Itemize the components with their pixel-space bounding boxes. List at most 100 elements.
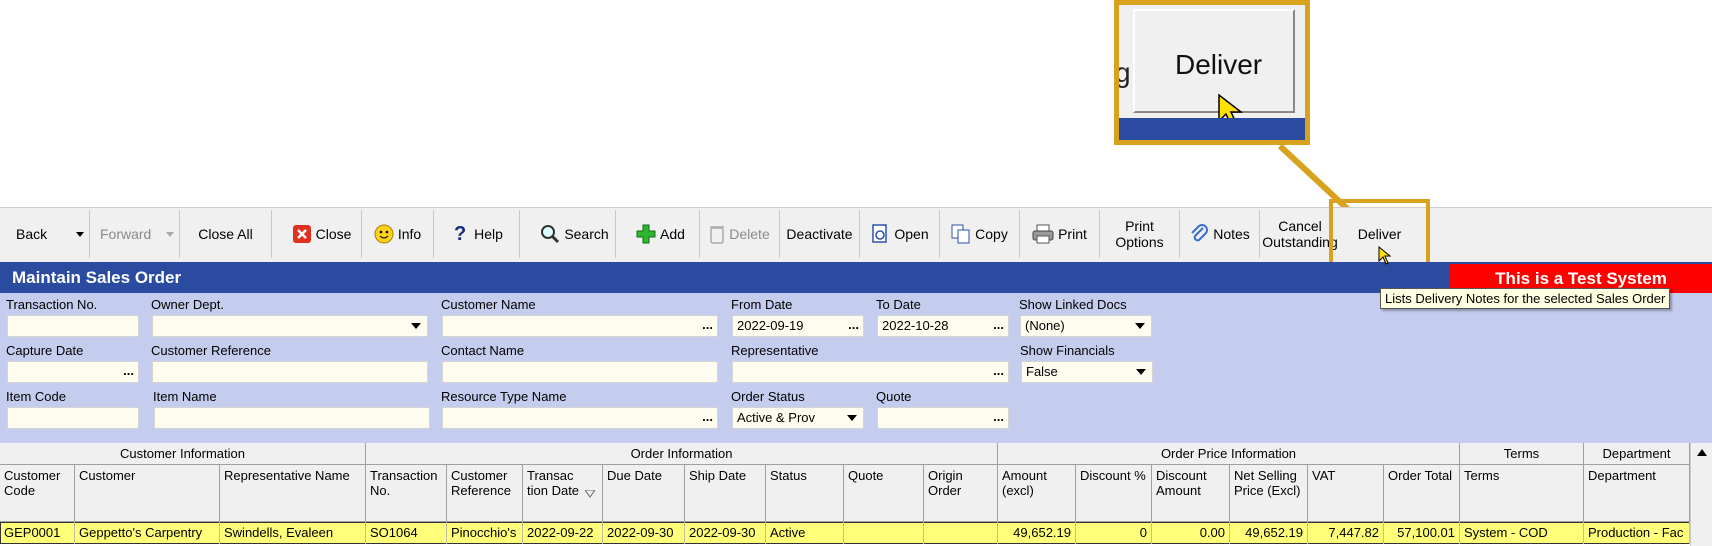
to-date-field[interactable]: 2022-10-28... bbox=[877, 315, 1009, 337]
col-status[interactable]: Status bbox=[766, 465, 844, 522]
col-discount-amount[interactable]: Discount Amount bbox=[1152, 465, 1230, 522]
print-options-button[interactable]: Print Options bbox=[1100, 210, 1180, 258]
zoom-callout: g Deliver bbox=[1114, 0, 1310, 145]
cancel-outstanding-button[interactable]: Cancel Outstanding bbox=[1260, 210, 1340, 258]
from-date-field[interactable]: 2022-09-19... bbox=[732, 315, 864, 337]
to-date-picker[interactable]: ... bbox=[993, 317, 1004, 332]
scroll-up-icon[interactable] bbox=[1697, 449, 1707, 456]
owner-dept-select[interactable] bbox=[152, 315, 428, 337]
col-transaction-no[interactable]: Transaction No. bbox=[366, 465, 447, 522]
group-header-price: Order Price Information bbox=[998, 443, 1460, 465]
back-button[interactable]: Back bbox=[4, 210, 70, 258]
col-ship-date[interactable]: Ship Date bbox=[685, 465, 766, 522]
customer-reference-label: Customer Reference bbox=[151, 343, 271, 358]
back-label: Back bbox=[16, 226, 48, 242]
cell-transaction-date: 2022-09-22 bbox=[523, 522, 603, 544]
resource-type-name-label: Resource Type Name bbox=[441, 389, 567, 404]
capture-date-picker[interactable]: ... bbox=[123, 363, 134, 378]
col-customer-code[interactable]: Customer Code bbox=[0, 465, 75, 522]
smiley-info-icon bbox=[374, 224, 394, 244]
cell-terms: System - COD bbox=[1460, 522, 1584, 544]
help-button[interactable]: ? Help bbox=[434, 210, 520, 258]
customer-name-lookup[interactable]: ... bbox=[702, 317, 713, 332]
copy-button[interactable]: Copy bbox=[940, 210, 1020, 258]
sales-order-grid: Customer Information Order Information O… bbox=[0, 443, 1712, 546]
col-order-total[interactable]: Order Total bbox=[1384, 465, 1460, 522]
transaction-no-field[interactable] bbox=[7, 315, 139, 337]
representative-label: Representative bbox=[731, 343, 819, 358]
cell-department: Production - Fac bbox=[1584, 522, 1690, 544]
quote-label: Quote bbox=[876, 389, 912, 404]
quote-field[interactable]: ... bbox=[877, 407, 1009, 429]
question-icon: ? bbox=[453, 223, 467, 245]
col-representative-name[interactable]: Representative Name bbox=[220, 465, 366, 522]
col-due-date[interactable]: Due Date bbox=[603, 465, 685, 522]
col-origin-order[interactable]: Origin Order bbox=[924, 465, 998, 522]
item-name-label: Item Name bbox=[153, 389, 217, 404]
cell-status: Active bbox=[766, 522, 844, 544]
notes-button[interactable]: Notes bbox=[1180, 210, 1260, 258]
show-linked-docs-select[interactable]: (None) bbox=[1020, 315, 1152, 337]
close-all-button[interactable]: Close All bbox=[180, 210, 272, 258]
copy-label: Copy bbox=[975, 226, 1008, 242]
col-terms[interactable]: Terms bbox=[1460, 465, 1584, 522]
open-button[interactable]: Open bbox=[860, 210, 940, 258]
cell-due-date: 2022-09-30 bbox=[603, 522, 685, 544]
deliver-tooltip: Lists Delivery Notes for the selected Sa… bbox=[1380, 288, 1671, 309]
info-button[interactable]: Info bbox=[362, 210, 434, 258]
delete-button[interactable]: Delete bbox=[700, 210, 780, 258]
close-label: Close bbox=[315, 226, 352, 242]
col-customer[interactable]: Customer bbox=[75, 465, 220, 522]
quote-lookup[interactable]: ... bbox=[993, 409, 1004, 424]
customer-reference-field[interactable] bbox=[152, 361, 428, 383]
forward-dropdown[interactable] bbox=[160, 210, 180, 258]
item-code-label: Item Code bbox=[6, 389, 66, 404]
representative-field[interactable]: ... bbox=[732, 361, 1009, 383]
forward-button[interactable]: Forward bbox=[90, 210, 160, 258]
from-date-picker[interactable]: ... bbox=[848, 317, 859, 332]
col-amount-excl[interactable]: Amount (excl) bbox=[998, 465, 1076, 522]
search-button[interactable]: Search bbox=[534, 210, 616, 258]
item-code-field[interactable] bbox=[7, 407, 139, 429]
resource-type-lookup[interactable]: ... bbox=[702, 409, 713, 424]
col-quote[interactable]: Quote bbox=[844, 465, 924, 522]
deactivate-button[interactable]: Deactivate bbox=[780, 210, 860, 258]
cell-transaction-no: SO1064 bbox=[366, 522, 447, 544]
cancel-outstanding-label-2: Outstanding bbox=[1262, 234, 1338, 250]
cell-vat: 7,447.82 bbox=[1308, 522, 1384, 544]
capture-date-label: Capture Date bbox=[6, 343, 84, 358]
back-dropdown[interactable] bbox=[70, 210, 90, 258]
notes-label: Notes bbox=[1213, 226, 1250, 242]
group-header-department: Department bbox=[1584, 443, 1690, 465]
vertical-scrollbar[interactable] bbox=[1690, 443, 1712, 546]
show-financials-select[interactable]: False bbox=[1021, 361, 1153, 383]
delete-label: Delete bbox=[729, 226, 770, 242]
col-net-selling-price[interactable]: Net Selling Price (Excl) bbox=[1230, 465, 1308, 522]
add-label: Add bbox=[660, 226, 685, 242]
print-options-label-2: Options bbox=[1115, 234, 1164, 250]
contact-name-field[interactable] bbox=[442, 361, 718, 383]
close-button[interactable]: Close bbox=[282, 210, 362, 258]
print-button[interactable]: Print bbox=[1020, 210, 1100, 258]
show-linked-docs-value: (None) bbox=[1025, 318, 1065, 333]
order-status-select[interactable]: Active & Prov bbox=[732, 407, 864, 429]
cell-discount-amount: 0.00 bbox=[1152, 522, 1230, 544]
representative-lookup[interactable]: ... bbox=[993, 363, 1004, 378]
col-vat[interactable]: VAT bbox=[1308, 465, 1384, 522]
trash-icon bbox=[710, 226, 725, 244]
cell-ship-date: 2022-09-30 bbox=[685, 522, 766, 544]
capture-date-field[interactable]: ... bbox=[7, 361, 139, 383]
col-department[interactable]: Department bbox=[1584, 465, 1690, 522]
group-header-customer: Customer Information bbox=[0, 443, 366, 465]
item-name-field[interactable] bbox=[154, 407, 430, 429]
col-customer-reference[interactable]: Customer Reference bbox=[447, 465, 523, 522]
cell-customer-reference: Pinocchio's bbox=[447, 522, 523, 544]
to-date-label: To Date bbox=[876, 297, 921, 312]
col-discount-pct[interactable]: Discount % bbox=[1076, 465, 1152, 522]
customer-name-field[interactable]: ... bbox=[442, 315, 718, 337]
zoom-title-bar bbox=[1119, 118, 1305, 140]
print-options-label-1: Print bbox=[1125, 218, 1154, 234]
add-button[interactable]: Add bbox=[622, 210, 700, 258]
cell-amount-excl: 49,652.19 bbox=[998, 522, 1076, 544]
resource-type-name-field[interactable]: ... bbox=[442, 407, 718, 429]
